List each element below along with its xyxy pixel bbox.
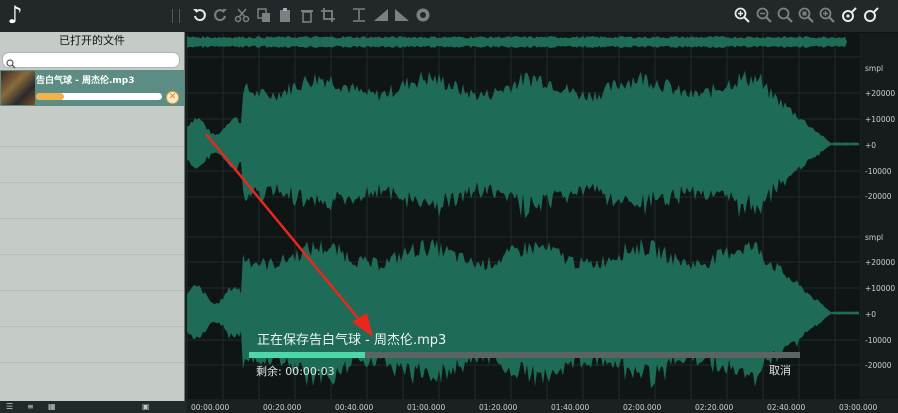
cut-icon[interactable] <box>233 6 251 24</box>
time-label: 00:40.000 <box>335 403 374 412</box>
image-view-icon[interactable]: ▣ <box>142 403 152 411</box>
zoom-out-icon[interactable] <box>755 6 773 24</box>
time-label: 02:40.000 <box>767 403 806 412</box>
time-label: 02:00.000 <box>623 403 662 412</box>
time-label: 01:00.000 <box>407 403 446 412</box>
zoom-vertical-out-icon[interactable] <box>862 6 880 24</box>
album-cover-thumbnail <box>1 71 35 105</box>
ruler-label: -20000 <box>865 361 892 370</box>
zoom-in-vertical-icon[interactable] <box>818 6 836 24</box>
copy-icon[interactable] <box>255 6 273 24</box>
normalize-icon[interactable] <box>414 6 432 24</box>
ruler-label: -10000 <box>865 167 892 176</box>
time-label: 02:20.000 <box>695 403 734 412</box>
list-divider <box>0 182 184 183</box>
file-progress-fill <box>36 93 64 100</box>
overview-waveform <box>187 36 859 48</box>
save-status-title: 正在保存告白气球 - 周杰伦.mp3 <box>257 333 447 348</box>
close-file-icon[interactable]: ✕ <box>166 91 179 104</box>
ruler-label: -10000 <box>865 336 892 345</box>
ruler-label: +10000 <box>865 115 896 124</box>
time-label: 01:20.000 <box>479 403 518 412</box>
toolbar-separator <box>172 9 180 23</box>
ruler-label: +20000 <box>865 89 896 98</box>
toolbar: ♪ <box>0 0 898 33</box>
search-input[interactable] <box>2 52 180 69</box>
grid-view-icon[interactable]: ▦ <box>48 403 58 411</box>
waveform-channel-left <box>187 70 859 219</box>
ruler-label: +20000 <box>865 258 896 267</box>
delete-icon[interactable] <box>298 6 316 24</box>
list-divider <box>0 290 184 291</box>
list-divider <box>0 254 184 255</box>
amplitude-ruler: smpl +20000 +10000 +0 -10000 -20000 smpl… <box>861 33 898 399</box>
list-divider <box>0 362 184 363</box>
list-divider <box>0 146 184 147</box>
crop-icon[interactable] <box>319 6 337 24</box>
zoom-selection-icon[interactable] <box>797 6 815 24</box>
ruler-label: +10000 <box>865 284 896 293</box>
time-ruler: 00:00.000 00:20.000 00:40.000 01:00.000 … <box>187 401 898 413</box>
opened-files-panel: 已打开的文件 告白气球 - 周杰伦.mp3 ✕ <box>0 32 185 401</box>
ruler-label: -20000 <box>865 192 892 201</box>
save-progress-bar <box>249 352 800 358</box>
file-name: 告白气球 - 周杰伦.mp3 <box>36 76 135 86</box>
zoom-fit-icon[interactable] <box>776 6 794 24</box>
ruler-label: +0 <box>865 310 877 319</box>
list-divider <box>0 326 184 327</box>
file-progress-bar <box>36 93 162 100</box>
ruler-label: smpl <box>865 64 884 73</box>
music-note-icon: ♪ <box>7 1 23 29</box>
ruler-label: +0 <box>865 141 877 150</box>
save-progress-fill <box>249 352 365 358</box>
list-view-icon[interactable]: ☰ <box>6 403 16 411</box>
time-remaining: 剩余: 00:00:03 <box>256 365 335 378</box>
time-label: 00:00.000 <box>191 403 230 412</box>
cancel-button[interactable]: 取消 <box>769 362 791 378</box>
detail-view-icon[interactable]: ≡ <box>27 403 37 411</box>
time-label: 01:40.000 <box>551 403 590 412</box>
list-divider <box>0 218 184 219</box>
paste-icon[interactable] <box>277 6 295 24</box>
time-label: 00:20.000 <box>263 403 302 412</box>
redo-icon[interactable] <box>211 6 229 24</box>
ruler-label: smpl <box>865 233 884 242</box>
file-item[interactable]: 告白气球 - 周杰伦.mp3 ✕ <box>0 70 184 106</box>
zoom-in-icon[interactable] <box>733 6 751 24</box>
fade-out-icon[interactable] <box>393 6 411 24</box>
panel-title: 已打开的文件 <box>59 34 125 47</box>
undo-icon[interactable] <box>191 6 209 24</box>
zoom-vertical-in-icon[interactable] <box>840 6 858 24</box>
time-label: 03:00.000 <box>839 403 878 412</box>
fade-in-icon[interactable] <box>372 6 390 24</box>
trim-icon[interactable] <box>350 6 368 24</box>
